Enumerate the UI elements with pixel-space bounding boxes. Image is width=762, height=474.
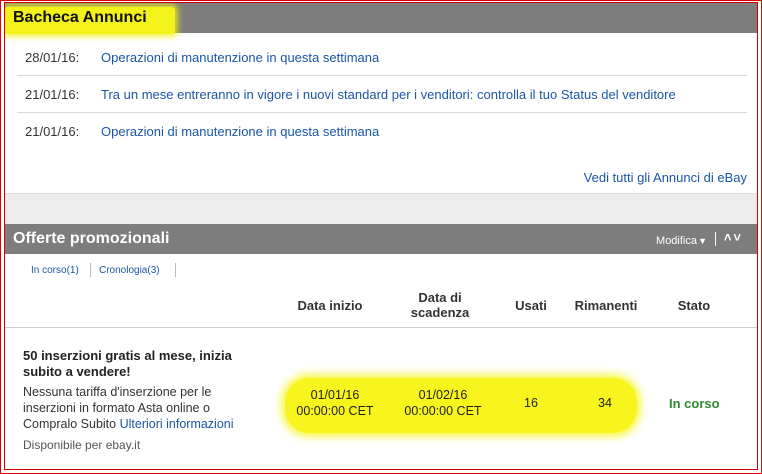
tab-divider: [90, 263, 91, 277]
announcement-link[interactable]: Operazioni di manutenzione in questa set…: [101, 50, 379, 65]
announcement-date: 28/01/16:: [25, 50, 80, 65]
see-all-announcements-link[interactable]: Vedi tutti gli Annunci di eBay: [584, 170, 747, 185]
column-header-status: Stato: [677, 298, 711, 313]
offer-remaining: 34: [598, 396, 612, 410]
announcements-title: Bacheca Annunci: [13, 9, 147, 26]
promotions-header: Offerte promozionali Modifica ▼ ˄˅: [5, 224, 757, 254]
tab-divider: [175, 263, 176, 277]
announcement-link[interactable]: Tra un mese entreranno in vigore i nuovi…: [101, 87, 676, 102]
header-divider: [715, 232, 716, 246]
expand-collapse-icon[interactable]: ˄˅: [724, 230, 743, 245]
announcements-header: Bacheca Annunci: [5, 3, 757, 34]
announcement-item: 28/01/16: Operazioni di manutenzione in …: [17, 41, 747, 76]
section-separator: [5, 193, 757, 224]
offer-start-date: 01/01/16: [310, 388, 360, 402]
table-divider: [5, 327, 757, 328]
offer-expiry-cell: 01/02/16 00:00:00 CET: [395, 387, 491, 419]
announcement-link[interactable]: Operazioni di manutenzione in questa set…: [101, 124, 379, 139]
modify-menu-button[interactable]: Modifica: [656, 235, 697, 247]
column-header-expiry-line: scadenza: [410, 305, 470, 320]
offer-availability: Disponibile per ebay.it: [23, 438, 141, 452]
tab-in-progress[interactable]: In corso(1): [31, 265, 79, 276]
column-header-expiry-date: Data di scadenza: [399, 290, 481, 320]
offer-title: 50 inserzioni gratis al mese, inizia sub…: [23, 348, 232, 379]
offer-status: In corso: [669, 396, 720, 411]
more-info-link[interactable]: Ulteriori informazioni: [120, 417, 234, 431]
offer-used: 16: [524, 396, 538, 410]
tab-history[interactable]: Cronologia(3): [99, 265, 160, 276]
announcement-item: 21/01/16: Operazioni di manutenzione in …: [17, 115, 747, 149]
announcement-date: 21/01/16:: [25, 124, 80, 139]
column-header-start-date: Data inizio: [297, 298, 363, 313]
offer-expiry-time: 00:00:00 CET: [404, 404, 482, 418]
column-header-remaining: Rimanenti: [574, 298, 638, 313]
offer-expiry-date: 01/02/16: [418, 388, 468, 402]
offer-description: Nessuna tariffa d'inserzione per le inse…: [23, 384, 263, 432]
column-header-expiry-line: Data di: [418, 290, 462, 305]
announcement-date: 21/01/16:: [25, 87, 80, 102]
column-header-used: Usati: [515, 298, 547, 313]
seller-dashboard: Bacheca Annunci 28/01/16: Operazioni di …: [4, 2, 758, 470]
announcement-item: 21/01/16: Tra un mese entreranno in vigo…: [17, 78, 747, 113]
offer-start-time: 00:00:00 CET: [296, 404, 374, 418]
promotions-title: Offerte promozionali: [13, 230, 170, 247]
offer-start-cell: 01/01/16 00:00:00 CET: [287, 387, 383, 419]
caret-down-icon[interactable]: ▼: [698, 236, 707, 246]
